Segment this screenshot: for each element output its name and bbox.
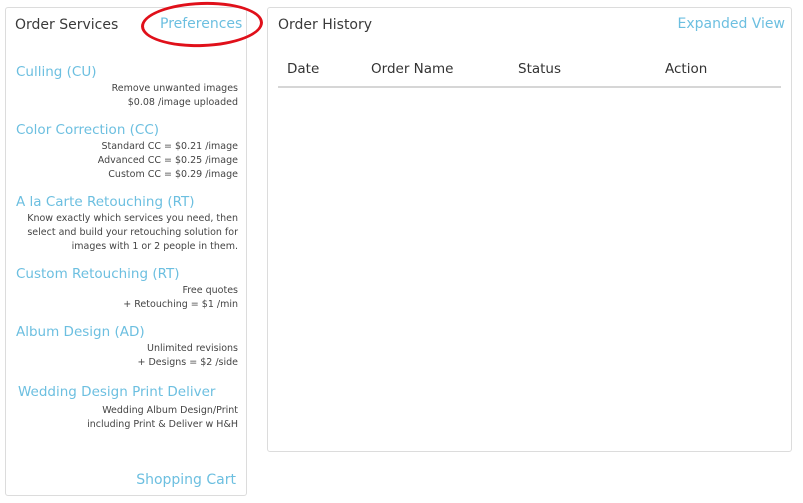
order-history-table: Date Order Name Status Action xyxy=(278,58,781,88)
column-header-order-name[interactable]: Order Name xyxy=(362,58,509,88)
service-color-correction-link[interactable]: Color Correction (CC) xyxy=(16,122,159,138)
column-header-date[interactable]: Date xyxy=(278,58,362,88)
service-a-la-carte-desc: Know exactly which services you need, th… xyxy=(27,213,238,252)
column-header-action[interactable]: Action xyxy=(656,58,781,88)
service-color-correction-desc: Standard CC = $0.21 /image Advanced CC =… xyxy=(98,140,238,182)
service-culling-desc: Remove unwanted images $0.08 /image uplo… xyxy=(112,82,238,110)
shopping-cart-link[interactable]: Shopping Cart xyxy=(136,472,236,488)
service-custom-retouching-desc: Free quotes + Retouching = $1 /min xyxy=(123,284,238,312)
table-header-row: Date Order Name Status Action xyxy=(278,58,781,88)
service-custom-retouching-link[interactable]: Custom Retouching (RT) xyxy=(16,266,180,282)
service-desc-line: including Print & Deliver w H&H xyxy=(87,419,238,430)
column-header-status[interactable]: Status xyxy=(509,58,656,88)
order-services-panel: Order Services Preferences Culling (CU) … xyxy=(5,0,264,496)
service-desc-line: + Designs = $2 /side xyxy=(137,357,238,368)
service-desc-line: Standard CC = $0.21 /image xyxy=(101,141,238,152)
service-desc-line: Advanced CC = $0.25 /image xyxy=(97,155,238,166)
order-history-panel: Order History Expanded View Date Order N… xyxy=(267,7,792,452)
expanded-view-link[interactable]: Expanded View xyxy=(677,16,785,32)
service-a-la-carte-link[interactable]: A la Carte Retouching (RT) xyxy=(16,194,195,210)
service-album-design-link[interactable]: Album Design (AD) xyxy=(16,324,145,340)
service-album-design-desc: Unlimited revisions + Designs = $2 /side xyxy=(137,342,238,370)
service-desc-line: Unlimited revisions xyxy=(147,343,238,354)
preferences-link[interactable]: Preferences xyxy=(160,16,242,32)
service-desc-line: Wedding Album Design/Print xyxy=(102,405,238,416)
service-desc-line: + Retouching = $1 /min xyxy=(123,299,238,310)
service-desc-line: Free quotes xyxy=(182,285,238,296)
order-history-title: Order History xyxy=(278,17,373,33)
order-services-title: Order Services xyxy=(15,17,119,33)
service-desc-line: Custom CC = $0.29 /image xyxy=(108,169,238,180)
service-wedding-design-desc: Wedding Album Design/Print including Pri… xyxy=(87,404,238,432)
service-desc-line: $0.08 /image uploaded xyxy=(127,97,238,108)
service-desc-line: Remove unwanted images xyxy=(111,83,238,94)
service-wedding-design-link[interactable]: Wedding Design Print Deliver xyxy=(18,384,215,400)
service-culling-link[interactable]: Culling (CU) xyxy=(16,64,97,80)
